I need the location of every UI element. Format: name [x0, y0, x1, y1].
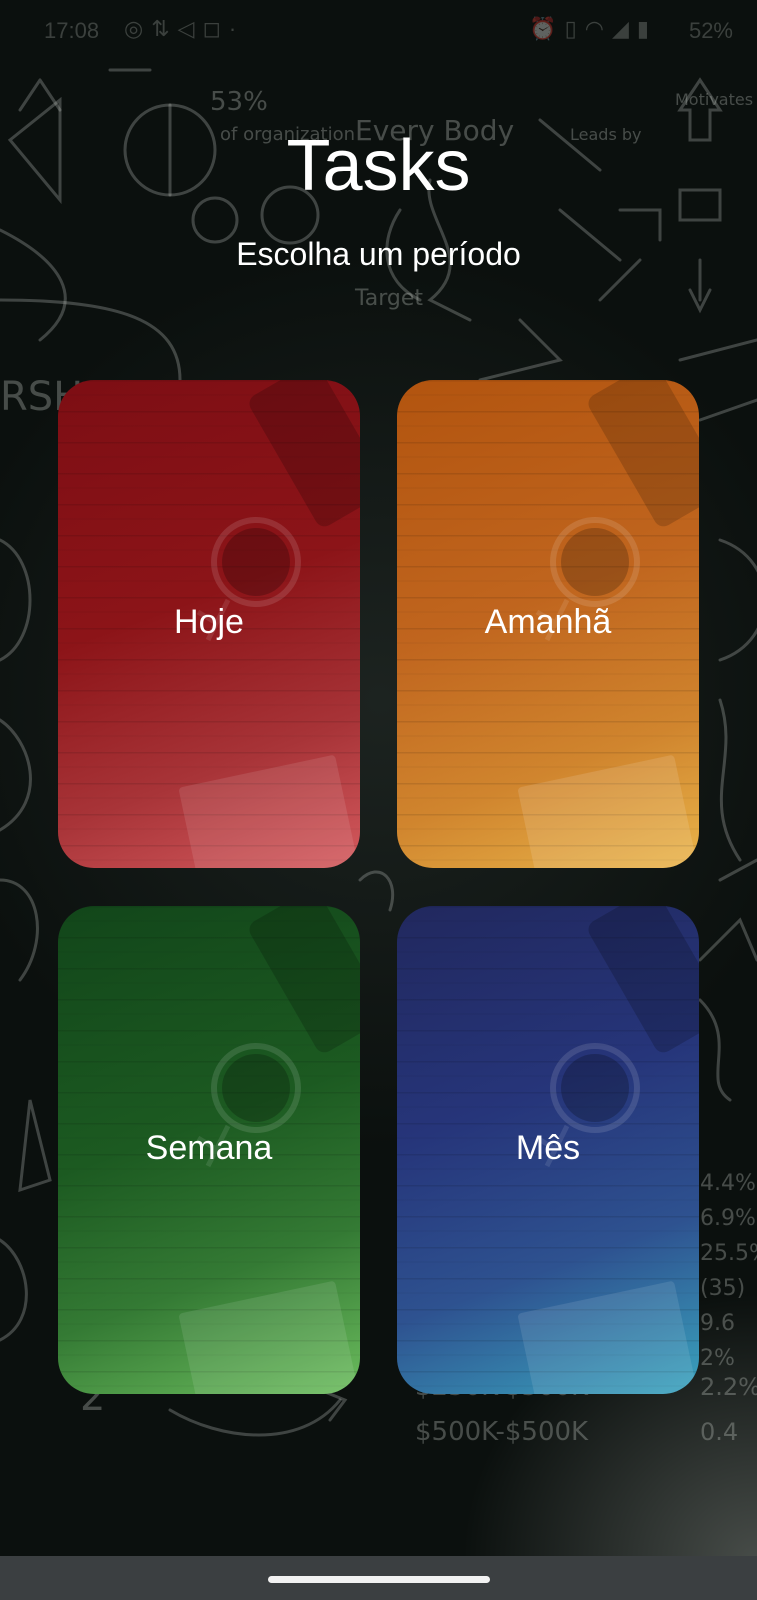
- period-card-today[interactable]: Hoje: [58, 380, 360, 868]
- dot-icon: ·: [228, 16, 245, 41]
- notification-icons: ◎⇅◁◻·: [124, 16, 244, 42]
- page-title: Tasks: [286, 126, 471, 206]
- svg-text:4.4%: 4.4%: [700, 1171, 756, 1196]
- svg-text:$500K-$500K: $500K-$500K: [415, 1417, 589, 1447]
- whatsapp-icon: ◎: [124, 16, 152, 41]
- svg-text:2.2%: 2.2%: [700, 1373, 757, 1401]
- vibrate-icon: ▯: [564, 16, 585, 41]
- svg-text:9.6: 9.6: [700, 1311, 735, 1336]
- navigation-bar: [0, 1556, 757, 1600]
- svg-text:Target: Target: [354, 286, 423, 311]
- home-indicator[interactable]: [268, 1576, 490, 1583]
- telegram-icon: ◁: [177, 16, 203, 41]
- wifi-icon: ◠: [584, 16, 612, 41]
- instagram-icon: ◻: [202, 16, 229, 41]
- period-card-tomorrow[interactable]: Amanhã: [397, 380, 699, 868]
- period-label-today: Hoje: [174, 603, 244, 641]
- svg-text:6.9%: 6.9%: [700, 1206, 756, 1231]
- battery-level: 52%: [688, 18, 733, 43]
- status-bar: 17:08 ◎⇅◁◻· ⏰▯◠◢▮ 52%: [0, 0, 757, 62]
- alarm-icon: ⏰: [529, 16, 565, 41]
- system-icons: ⏰▯◠◢▮: [529, 16, 657, 42]
- period-label-tomorrow: Amanhã: [484, 603, 612, 641]
- svg-text:2%: 2%: [700, 1346, 735, 1371]
- svg-text:0.4: 0.4: [700, 1418, 738, 1446]
- svg-text:25.5%: 25.5%: [700, 1241, 757, 1266]
- sync-icon: ⇅: [151, 16, 178, 41]
- app-screen: 53% of organization Every Body Target Le…: [0, 0, 757, 1600]
- svg-text:Motivates: Motivates: [675, 90, 753, 109]
- status-time: 17:08: [44, 18, 100, 43]
- period-card-week[interactable]: Semana: [58, 906, 360, 1394]
- period-label-week: Semana: [145, 1129, 273, 1167]
- svg-text:(35): (35): [700, 1276, 745, 1301]
- signal-icon: ◢: [611, 16, 637, 41]
- period-label-month: Mês: [515, 1129, 581, 1167]
- battery-icon: ▮: [636, 16, 657, 41]
- period-card-month[interactable]: Mês: [397, 906, 699, 1394]
- svg-text:53%: 53%: [210, 87, 268, 117]
- page-subtitle: Escolha um período: [236, 236, 521, 272]
